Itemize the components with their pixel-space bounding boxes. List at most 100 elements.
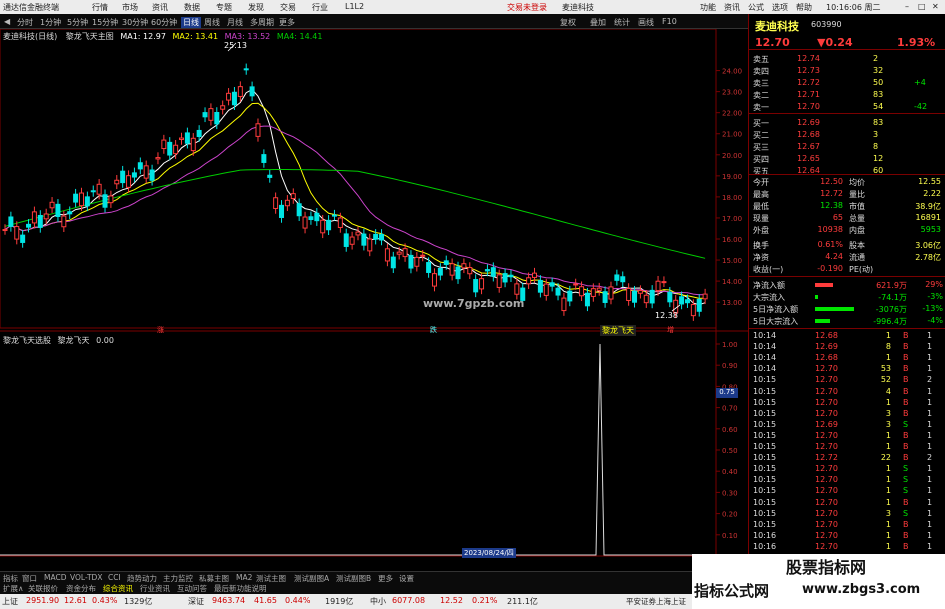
menu-item[interactable]: 行情 xyxy=(92,2,108,13)
info-tab[interactable]: 资金分布 xyxy=(66,583,96,594)
info-tab[interactable]: 行业资讯 xyxy=(140,583,170,594)
period-tab[interactable]: 1分钟 xyxy=(40,17,61,28)
order-book-row[interactable]: 买二 12.68 3 xyxy=(749,130,945,140)
flow-pct: -3% xyxy=(927,292,943,301)
tick-price: 12.70 xyxy=(815,442,838,451)
order-book-row[interactable]: 卖四 12.73 32 xyxy=(749,66,945,76)
menu-item[interactable]: L1L2 xyxy=(345,2,364,11)
level-price: 12.69 xyxy=(797,118,820,127)
kline-chart[interactable]: 24.00 23.00 22.00 21.00 20.00 19.00 18.00 17.00… xyxy=(0,29,748,560)
right-menu-item[interactable]: 选项 xyxy=(772,2,788,13)
order-book-row[interactable]: 买一 12.69 83 xyxy=(749,118,945,128)
level-label: 买三 xyxy=(753,143,769,152)
toolbar-item[interactable]: F10 xyxy=(662,17,677,26)
period-tab[interactable]: 多周期 xyxy=(250,17,274,28)
tick-row[interactable]: 10:15 12.70 1 B 1 xyxy=(749,520,945,530)
tick-row[interactable]: 10:15 12.70 1 S 1 xyxy=(749,464,945,474)
period-tab[interactable]: 更多 xyxy=(279,17,295,28)
order-book-row[interactable]: 卖五 12.74 2 xyxy=(749,54,945,64)
toolbar-item[interactable]: 复权 xyxy=(560,17,576,28)
lower-formula-label: 黎龙飞天选股 xyxy=(3,336,51,345)
period-tab-active[interactable]: 日线 xyxy=(181,17,201,28)
y-tick-label: 0.50 xyxy=(722,447,738,455)
tick-row[interactable]: 10:16 12.70 1 B 1 xyxy=(749,531,945,541)
tick-price: 12.70 xyxy=(815,519,838,529)
index-name[interactable]: 中小 xyxy=(370,596,386,607)
tick-volume: 22 xyxy=(880,453,891,463)
right-menu-item[interactable]: 公式 xyxy=(748,2,764,13)
period-tab[interactable]: 5分钟 xyxy=(67,17,88,28)
back-icon[interactable]: ◀ xyxy=(4,17,10,26)
tick-row[interactable]: 10:14 12.68 1 B 1 xyxy=(749,353,945,363)
menu-item[interactable]: 交易 xyxy=(280,2,296,13)
order-book-row[interactable]: 卖一 12.70 54 -42 xyxy=(749,102,945,112)
menu-item[interactable]: 资讯 xyxy=(152,2,168,13)
menu-item[interactable]: 发现 xyxy=(248,2,264,13)
tick-row[interactable]: 10:14 12.69 8 B 1 xyxy=(749,342,945,352)
event-marker[interactable]: 涨 xyxy=(157,325,164,335)
tick-row[interactable]: 10:14 12.70 53 B 1 xyxy=(749,364,945,374)
tick-row[interactable]: 10:15 12.70 1 B 1 xyxy=(749,442,945,452)
indicator-tab[interactable]: CCI xyxy=(108,573,121,582)
tick-row[interactable]: 10:15 12.70 3 B 1 xyxy=(749,409,945,419)
index-name[interactable]: 深证 xyxy=(188,596,204,607)
tick-row[interactable]: 10:15 12.72 22 B 2 xyxy=(749,453,945,463)
event-marker[interactable]: 增 xyxy=(667,325,674,335)
account-status[interactable]: 交易未登录 xyxy=(507,2,547,13)
chart-area[interactable]: 24.00 23.00 22.00 21.00 20.00 19.00 18.00 17.00… xyxy=(0,29,748,570)
period-tab[interactable]: 15分钟 xyxy=(92,17,118,28)
indicator-tab[interactable]: MA2 xyxy=(236,573,252,582)
stock-tag[interactable]: 麦迪科技 xyxy=(562,2,594,13)
menu-item[interactable]: 数据 xyxy=(184,2,200,13)
menu-item[interactable]: 行业 xyxy=(312,2,328,13)
tick-volume: 3 xyxy=(885,508,891,518)
tick-row[interactable]: 10:15 12.70 1 S 1 xyxy=(749,475,945,485)
minimize-icon[interactable]: – xyxy=(905,2,909,11)
close-icon[interactable]: ✕ xyxy=(932,2,939,11)
period-tab[interactable]: 分时 xyxy=(17,17,33,28)
indicator-tab[interactable]: MACD xyxy=(44,573,66,582)
info-tab[interactable]: 综合资讯 xyxy=(103,583,133,594)
order-book-row[interactable]: 买四 12.65 12 xyxy=(749,154,945,164)
tick-row[interactable]: 10:15 12.70 1 S 1 xyxy=(749,486,945,496)
tick-time: 10:15 xyxy=(753,497,777,507)
order-book-row[interactable]: 买三 12.67 8 xyxy=(749,142,945,152)
menu-item[interactable]: 专题 xyxy=(216,2,232,13)
right-menu-item[interactable]: 功能 xyxy=(700,2,716,13)
order-book-row[interactable]: 卖二 12.71 83 xyxy=(749,90,945,100)
order-book-row[interactable]: 卖三 12.72 50 +4 xyxy=(749,78,945,88)
index-name[interactable]: 上证 xyxy=(2,596,18,607)
index-value: 6077.08 xyxy=(392,596,426,605)
info-tab[interactable]: 最后新功能说明 xyxy=(214,583,267,594)
info-tab[interactable]: 扩展∧ xyxy=(3,583,24,594)
tick-row[interactable]: 10:15 12.69 3 S 1 xyxy=(749,420,945,430)
tick-row[interactable]: 10:15 12.70 1 B 1 xyxy=(749,431,945,441)
tick-time: 10:15 xyxy=(753,519,777,529)
period-tab[interactable]: 30分钟 xyxy=(122,17,148,28)
tick-row[interactable]: 10:14 12.68 1 B 1 xyxy=(749,331,945,341)
stat-value: -0.190 xyxy=(817,264,843,273)
period-tab[interactable]: 周线 xyxy=(204,17,220,28)
menu-item[interactable]: 市场 xyxy=(122,2,138,13)
tick-row[interactable]: 10:15 12.70 1 B 1 xyxy=(749,398,945,408)
tick-row[interactable]: 10:15 12.70 1 B 1 xyxy=(749,498,945,508)
tick-row[interactable]: 10:15 12.70 3 S 1 xyxy=(749,509,945,519)
indicator-tab[interactable]: VOL-TDX xyxy=(70,573,102,582)
candle xyxy=(302,216,308,229)
period-tab[interactable]: 60分钟 xyxy=(151,17,177,28)
right-menu-item[interactable]: 资讯 xyxy=(724,2,740,13)
period-tab[interactable]: 月线 xyxy=(227,17,243,28)
right-menu-item[interactable]: 帮助 xyxy=(796,2,812,13)
tick-row[interactable]: 10:15 12.70 4 B 1 xyxy=(749,387,945,397)
toolbar-item[interactable]: 画线 xyxy=(638,17,654,28)
event-marker[interactable]: 跌 xyxy=(430,325,437,335)
info-tab[interactable]: 关联报价 xyxy=(28,583,58,594)
toolbar-item[interactable]: 统计 xyxy=(614,17,630,28)
level-label: 买二 xyxy=(753,131,769,140)
toolbar-item[interactable]: 叠加 xyxy=(590,17,606,28)
tick-row[interactable]: 10:15 12.70 52 B 2 xyxy=(749,375,945,385)
info-tab[interactable]: 互动问答 xyxy=(177,583,207,594)
maximize-icon[interactable]: □ xyxy=(918,2,926,11)
tick-row[interactable]: 10:16 12.70 1 B 1 xyxy=(749,542,945,552)
candle xyxy=(26,223,32,228)
